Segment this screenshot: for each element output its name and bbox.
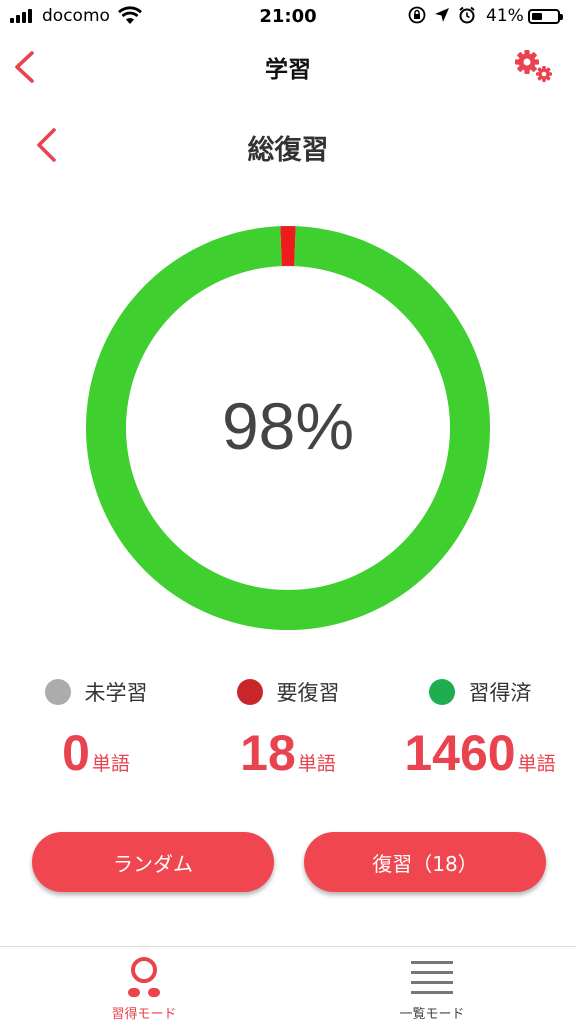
legend-label: 未学習 [84, 681, 148, 705]
legend-label: 要復習 [276, 681, 340, 705]
tab-label: 習得モード [111, 1007, 177, 1022]
learn-mode-icon [128, 957, 160, 997]
tab-list-mode[interactable]: 一覧モード [288, 947, 576, 1024]
count-unit: 単語 [517, 753, 556, 775]
status-bar: docomo 21:00 41% [0, 0, 576, 34]
nav-bar: 学習 [0, 34, 576, 98]
count-unit: 単語 [297, 753, 336, 775]
legend-label: 習得済 [468, 681, 532, 705]
section-title: 総復習 [247, 135, 329, 166]
legend-unlearned: 未学習 0 単語 [0, 672, 192, 782]
unlearned-dot-icon [44, 679, 71, 705]
progress-percent: 98% [221, 389, 355, 463]
legend-review: 要復習 18 単語 [192, 672, 384, 782]
battery-percent: 41% [486, 6, 524, 26]
legend-learned: 習得済 1460 単語 [384, 672, 576, 782]
orientation-lock-icon [408, 6, 426, 24]
unlearned-count: 0 [62, 725, 90, 781]
count-unit: 単語 [91, 753, 130, 775]
battery-icon [528, 9, 563, 24]
tab-label: 一覧モード [399, 1007, 465, 1022]
review-count: 18 [240, 725, 296, 781]
battery-fill [532, 13, 542, 20]
learned-dot-icon [428, 679, 455, 705]
nav-title: 学習 [265, 57, 311, 83]
word-status-legend: 未学習 0 単語 要復習 18 単語 習得済 1460 単語 [0, 672, 576, 792]
status-icons [408, 5, 476, 25]
review-dot-icon [236, 679, 263, 705]
settings-gear-icon[interactable] [512, 46, 556, 86]
tab-bar: 習得モード 一覧モード [0, 946, 576, 1024]
alarm-icon [459, 6, 475, 24]
random-button[interactable]: ランダム [32, 832, 274, 892]
tab-learn-mode[interactable]: 習得モード [0, 947, 288, 1024]
learned-count: 1460 [404, 725, 516, 781]
donut-segment-review [280, 226, 296, 267]
list-mode-icon [411, 961, 453, 994]
review-button[interactable]: 復習（18） [304, 832, 546, 892]
location-arrow-icon [435, 8, 449, 22]
